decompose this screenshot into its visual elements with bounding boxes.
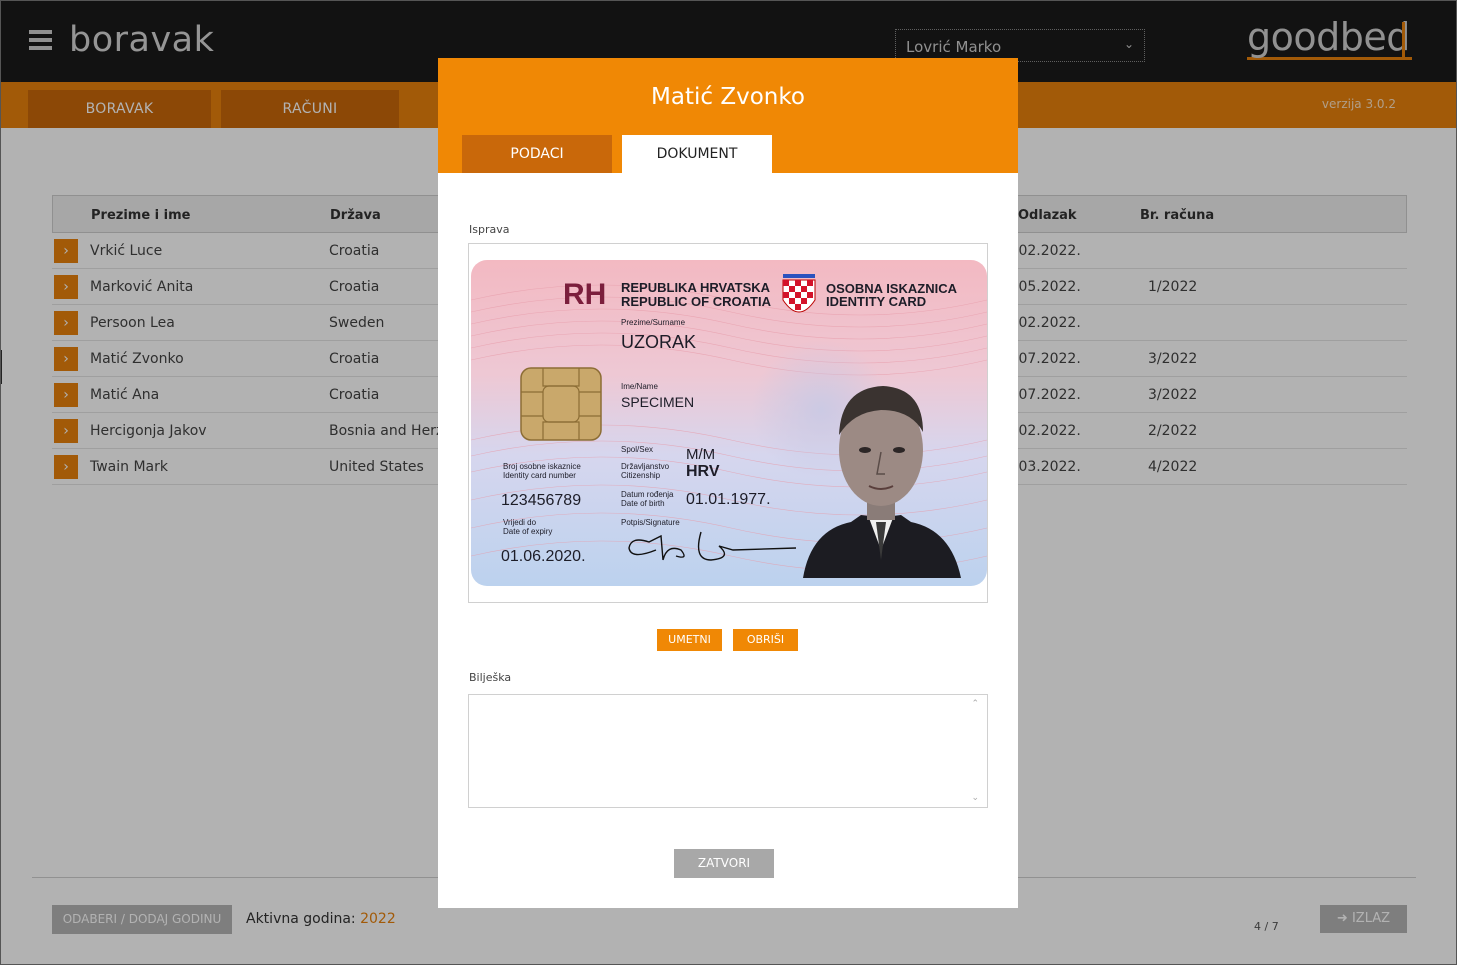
modal-title: Matić Zvonko <box>651 84 805 110</box>
card-number-label-en: Identity card number <box>503 471 576 480</box>
insert-button[interactable]: UMETNI <box>657 629 722 651</box>
card-name: SPECIMEN <box>621 394 695 410</box>
tab-dokument[interactable]: DOKUMENT <box>622 135 772 173</box>
card-rh: RH <box>563 278 607 311</box>
card-dob-label-en: Date of birth <box>621 499 665 508</box>
card-signature-label: Potpis/Signature <box>621 518 680 527</box>
card-dob-label-hr: Datum rođenja <box>621 490 674 499</box>
delete-button[interactable]: OBRIŠI <box>733 629 798 651</box>
card-expiry: 01.06.2020. <box>501 548 586 565</box>
modal-header: Matić Zvonko PODACI DOKUMENT <box>438 58 1018 173</box>
card-number-label-hr: Broj osobne iskaznice <box>503 462 581 471</box>
card-surname: UZORAK <box>621 332 697 352</box>
close-button[interactable]: ZATVORI <box>674 849 774 878</box>
document-image-frame: RH REPUBLIKA HRVATSKA REPUBLIC OF CROATI… <box>468 243 988 603</box>
card-expiry-label-hr: Vrijedi do <box>503 518 537 527</box>
card-number: 123456789 <box>501 492 582 509</box>
card-citizenship-label-hr: Državljanstvo <box>621 462 670 471</box>
card-doc-en: IDENTITY CARD <box>826 294 927 309</box>
card-country-hr: REPUBLIKA HRVATSKA <box>621 280 771 295</box>
card-expiry-label-en: Date of expiry <box>503 527 553 536</box>
scroll-down-icon[interactable]: ⌄ <box>971 793 979 803</box>
tab-podaci[interactable]: PODACI <box>462 135 612 173</box>
note-label: Bilješka <box>469 671 512 684</box>
card-name-label: Ime/Name <box>621 382 658 391</box>
card-country-en: REPUBLIC OF CROATIA <box>621 294 771 309</box>
card-citizenship-label-en: Citizenship <box>621 471 661 480</box>
card-citizenship: HRV <box>686 463 720 480</box>
signature <box>628 531 797 561</box>
card-surname-label: Prezime/Surname <box>621 318 686 327</box>
guest-modal: Matić Zvonko PODACI DOKUMENT Isprava RH … <box>438 58 1018 908</box>
card-sex: M/M <box>686 446 716 463</box>
card-dob: 01.01.1977. <box>686 491 771 508</box>
note-textarea[interactable]: ⌃ ⌄ <box>468 694 988 808</box>
card-sex-label: Spol/Sex <box>621 445 654 454</box>
scroll-up-icon[interactable]: ⌃ <box>971 699 979 709</box>
document-label: Isprava <box>469 223 510 236</box>
id-card-image: RH REPUBLIKA HRVATSKA REPUBLIC OF CROATI… <box>471 260 987 586</box>
